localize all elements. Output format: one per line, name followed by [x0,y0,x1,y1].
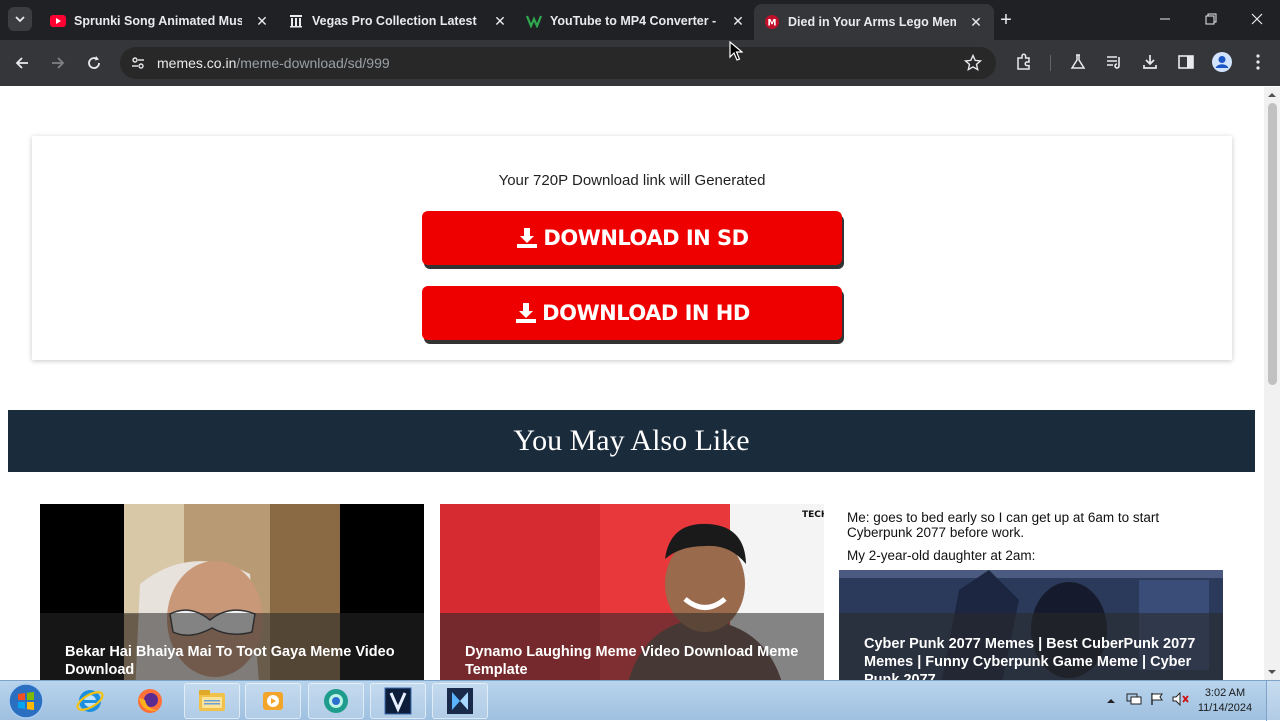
scroll-up-icon[interactable] [1264,87,1280,103]
scroll-down-icon[interactable] [1264,664,1280,680]
mouse-cursor-icon [729,41,743,61]
show-desktop-button[interactable] [1266,681,1280,721]
download-sd-label: DOWNLOAD IN SD [543,226,749,250]
card-caption[interactable]: Cyber Punk 2077 Memes | Best CuberPunk 2… [839,613,1223,680]
browser-toolbar: memes.co.in/meme-download/sd/999 [0,40,1280,86]
download-hd-button[interactable]: DOWNLOAD IN HD [422,286,842,340]
tab-4-active[interactable]: M Died in Your Arms Lego Meme ✕ [754,4,994,40]
forward-icon[interactable] [46,51,70,75]
side-panel-icon[interactable] [1177,53,1195,76]
meme-text-line-2: My 2-year-old daughter at 2am: [847,548,1036,563]
converter-icon [526,13,542,29]
svg-text:M: M [768,19,777,29]
related-card[interactable]: Me: goes to bed early so I can get up at… [839,504,1223,680]
windows-taskbar: 3:02 AM 11/14/2024 [0,680,1280,721]
download-icon [517,228,538,248]
clock-time: 3:02 AM [1204,687,1246,699]
archive-icon [288,13,304,29]
tab-1[interactable]: Sprunki Song Animated Music ✕ [40,6,280,36]
url-path: /meme-download/sd/999 [236,55,390,71]
show-hidden-icons-icon[interactable] [1106,692,1116,710]
url-text: memes.co.in/meme-download/sd/999 [157,55,390,71]
card-caption[interactable]: Bekar Hai Bhaiya Mai To Toot Gaya Meme V… [40,613,424,680]
download-sd-button[interactable]: DOWNLOAD IN SD [422,211,842,265]
back-icon[interactable] [10,51,34,75]
meme-text-line-1: Me: goes to bed early so I can get up at… [847,510,1160,540]
scrollbar-thumb[interactable] [1268,103,1277,385]
firefox-icon[interactable] [122,683,178,719]
page-scrollbar[interactable] [1264,87,1280,680]
tab-title: Vegas Pro Collection Latest Bu [312,14,480,28]
media-player-icon[interactable] [245,683,301,719]
extensions-icon[interactable] [1015,53,1033,76]
close-tab-icon[interactable]: ✕ [968,14,984,30]
clock-date: 11/14/2024 [1197,702,1253,714]
system-tray [1100,681,1194,721]
related-card[interactable]: Bekar Hai Bhaiya Mai To Toot Gaya Meme V… [40,504,424,680]
tab-search-button[interactable] [8,7,32,31]
address-bar[interactable]: memes.co.in/meme-download/sd/999 [120,47,996,79]
taskbar-clock[interactable]: 3:02 AM 11/14/2024 [1195,686,1255,716]
related-card[interactable]: TECH Dynamo Laughing Meme Video Download… [440,504,824,680]
browser-app-icon[interactable] [308,683,364,719]
volume-muted-icon[interactable] [1172,691,1190,711]
start-button[interactable] [4,683,48,719]
download-icon[interactable] [1141,53,1159,76]
close-tab-icon[interactable]: ✕ [254,13,270,29]
reload-icon[interactable] [82,51,106,75]
tab-strip: Sprunki Song Animated Music ✕ Vegas Pro … [0,0,1280,40]
site-settings-icon[interactable] [130,55,146,76]
tab-title: Sprunki Song Animated Music [74,14,242,28]
related-card-list: Bekar Hai Bhaiya Mai To Toot Gaya Meme V… [8,472,1255,680]
windows-logo-icon [8,683,44,719]
network-icon[interactable] [1126,692,1142,711]
restore-icon[interactable] [1188,8,1234,32]
memes-icon: M [764,14,780,30]
menu-kebab-icon[interactable] [1250,53,1266,76]
new-tab-button[interactable]: + [995,9,1017,31]
tab-title: YouTube to MP4 Converter - C [550,14,718,28]
download-notice-text: Your 720P Download link will Generated [498,172,766,189]
profile-avatar-icon[interactable] [1211,51,1233,78]
url-host: memes.co.in [157,55,237,71]
card-caption[interactable]: Dynamo Laughing Meme Video Download Meme… [440,613,824,680]
vegas-pro-icon[interactable] [370,683,426,719]
download-hd-label: DOWNLOAD IN HD [542,301,750,325]
download-card: Your 720P Download link will Generated D… [32,136,1232,360]
close-window-icon[interactable] [1234,8,1280,32]
labs-flask-icon[interactable] [1069,53,1087,76]
minimize-icon[interactable] [1142,8,1188,32]
tab-3[interactable]: YouTube to MP4 Converter - C ✕ [516,6,756,36]
media-controls-icon[interactable] [1105,53,1123,76]
download-icon [516,303,537,323]
file-explorer-icon[interactable] [184,683,240,719]
bookmark-star-icon[interactable] [963,53,983,77]
tab-title: Died in Your Arms Lego Meme [788,15,956,29]
close-tab-icon[interactable]: ✕ [492,13,508,29]
related-section-title: You May Also Like [8,410,1255,472]
chevron-down-icon [15,16,25,23]
toolbar-divider [1050,55,1051,71]
channel-logo-text: TECH [802,510,824,520]
youtube-icon [50,13,66,29]
close-tab-icon[interactable]: ✕ [730,13,746,29]
web-page: Your 720P Download link will Generated D… [0,87,1280,680]
video-editor-icon[interactable] [432,683,488,719]
tab-2[interactable]: Vegas Pro Collection Latest Bu ✕ [278,6,518,36]
internet-explorer-icon[interactable] [62,683,118,719]
action-center-flag-icon[interactable] [1150,692,1164,711]
